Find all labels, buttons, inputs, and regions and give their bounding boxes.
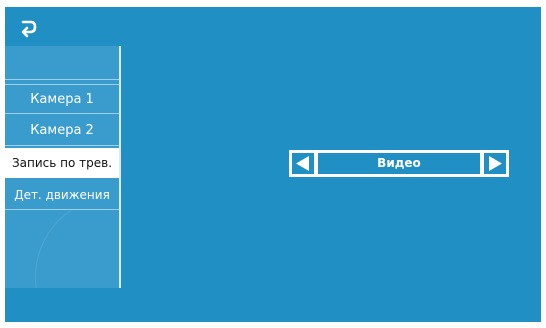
previous-option-button[interactable] bbox=[292, 153, 314, 174]
record-mode-selector: Видео bbox=[289, 150, 509, 177]
triangle-left-icon bbox=[296, 156, 309, 171]
sidebar-item-alarm-recording[interactable]: Запись по трев. bbox=[5, 148, 119, 178]
sidebar-item-camera-1[interactable]: Камера 1 bbox=[5, 84, 119, 114]
next-option-button[interactable] bbox=[484, 153, 506, 174]
back-arrow-icon bbox=[21, 20, 37, 38]
sidebar-menu: Камера 1 Камера 2 Запись по трев. Дет. д… bbox=[5, 46, 121, 288]
triangle-right-icon bbox=[489, 156, 502, 171]
back-button[interactable] bbox=[17, 17, 39, 39]
sidebar-item-blank bbox=[5, 46, 119, 80]
sidebar-item-camera-2[interactable]: Камера 2 bbox=[5, 116, 119, 146]
settings-screen: Камера 1 Камера 2 Запись по трев. Дет. д… bbox=[5, 7, 541, 322]
sidebar-item-motion-detection[interactable]: Дет. движения bbox=[5, 180, 119, 210]
selected-option-value: Видео bbox=[318, 153, 480, 174]
